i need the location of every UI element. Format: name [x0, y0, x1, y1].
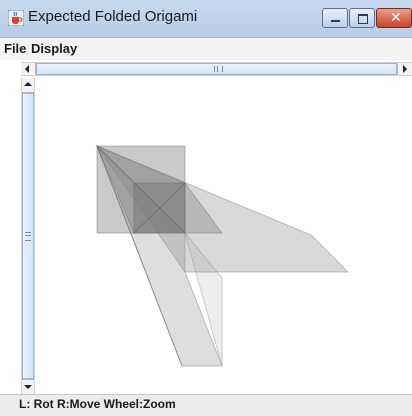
title-bar[interactable]: Expected Folded Origami ✕ [0, 0, 412, 38]
app-window: Expected Folded Origami ✕ File Display L… [0, 0, 412, 416]
scroll-grip-icon [214, 66, 223, 72]
java-cup-icon [8, 10, 24, 26]
scroll-up-button[interactable] [22, 78, 34, 93]
close-icon: ✕ [390, 10, 402, 26]
scroll-left-button[interactable] [21, 63, 36, 75]
scroll-grip-icon [25, 232, 31, 241]
maximize-button[interactable] [349, 8, 375, 28]
arrow-right-icon [403, 65, 407, 73]
status-hint: L: Rot R:Move Wheel:Zoom [19, 397, 176, 411]
close-button[interactable]: ✕ [376, 8, 412, 28]
arrow-left-icon [25, 65, 29, 73]
status-bar: L: Rot R:Move Wheel:Zoom [0, 394, 412, 416]
arrow-down-icon [24, 385, 32, 389]
vertical-scrollbar[interactable] [21, 78, 35, 394]
minimize-button[interactable] [322, 8, 348, 28]
horizontal-scroll-thumb[interactable] [36, 63, 397, 75]
window-title: Expected Folded Origami [28, 8, 198, 25]
horizontal-scrollbar[interactable] [21, 62, 412, 76]
arrow-up-icon [24, 82, 32, 86]
menu-file[interactable]: File [4, 41, 26, 56]
origami-canvas[interactable] [36, 78, 412, 394]
scroll-right-button[interactable] [397, 63, 412, 75]
maximize-icon [358, 14, 368, 24]
scroll-down-button[interactable] [22, 379, 34, 394]
minimize-icon [331, 20, 340, 22]
menu-bar: File Display [0, 38, 412, 60]
menu-display[interactable]: Display [31, 41, 77, 56]
origami-model [95, 144, 350, 367]
left-margin [0, 62, 21, 394]
vertical-scroll-thumb[interactable] [22, 93, 34, 379]
